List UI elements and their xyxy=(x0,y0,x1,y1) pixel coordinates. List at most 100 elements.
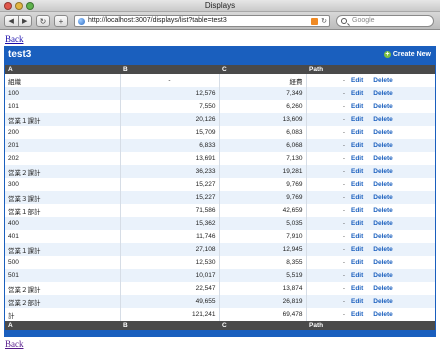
cell-a: 営業１部計 xyxy=(5,204,121,217)
edit-link[interactable]: Edit xyxy=(351,181,363,188)
column-header-path[interactable]: Path xyxy=(306,65,348,74)
edit-link[interactable]: Edit xyxy=(351,298,363,305)
delete-link[interactable]: Delete xyxy=(373,129,393,136)
cell-b: 71,586 xyxy=(120,204,220,217)
delete-link[interactable]: Delete xyxy=(373,181,393,188)
delete-link[interactable]: Delete xyxy=(373,298,393,305)
row-actions: Edit Delete xyxy=(348,217,435,230)
cell-b: 36,233 xyxy=(120,165,220,178)
edit-link[interactable]: Edit xyxy=(351,90,363,97)
address-bar[interactable]: http://localhost:3007/displays/list?tabl… xyxy=(74,15,330,27)
cell-c: 69,478 xyxy=(219,308,307,321)
delete-link[interactable]: Delete xyxy=(373,246,393,253)
cell-path: - xyxy=(306,269,348,282)
table-row: 401 11,746 7,910- Edit Delete xyxy=(5,230,435,243)
back-link-top[interactable]: Back xyxy=(5,34,24,44)
url-reload-icon[interactable]: ↻ xyxy=(321,17,327,25)
cell-c: 6,083 xyxy=(219,126,307,139)
table-row: 100 12,576 7,349- Edit Delete xyxy=(5,87,435,100)
delete-link[interactable]: Delete xyxy=(373,220,393,227)
delete-link[interactable]: Delete xyxy=(373,207,393,214)
table-row: 201 6,833 6,068- Edit Delete xyxy=(5,139,435,152)
column-header-c[interactable]: C xyxy=(219,65,306,74)
delete-link[interactable]: Delete xyxy=(373,90,393,97)
edit-link[interactable]: Edit xyxy=(351,103,363,110)
edit-link[interactable]: Edit xyxy=(351,246,363,253)
edit-link[interactable]: Edit xyxy=(351,116,363,123)
delete-link[interactable]: Delete xyxy=(373,116,393,123)
window-title: Displays xyxy=(204,1,236,10)
table-row: 営業２部計 49,655 26,819- Edit Delete xyxy=(5,295,435,308)
delete-link[interactable]: Delete xyxy=(373,103,393,110)
back-link-bottom[interactable]: Back xyxy=(5,339,24,349)
edit-link[interactable]: Edit xyxy=(351,194,363,201)
edit-link[interactable]: Edit xyxy=(351,259,363,266)
globe-icon xyxy=(78,18,85,25)
cell-path: - xyxy=(306,230,348,243)
cell-path: - xyxy=(306,308,348,321)
forward-arrow-icon[interactable]: ▶ xyxy=(17,16,32,26)
panel-footer-bar xyxy=(4,333,436,337)
edit-link[interactable]: Edit xyxy=(351,129,363,136)
delete-link[interactable]: Delete xyxy=(373,77,393,84)
edit-link[interactable]: Edit xyxy=(351,285,363,292)
column-header-a[interactable]: A xyxy=(5,65,120,74)
table-row: 営業２課計 22,547 13,874- Edit Delete xyxy=(5,282,435,295)
search-input[interactable]: Google xyxy=(336,15,434,27)
add-bookmark-icon[interactable]: + xyxy=(54,15,68,27)
cell-a: 営業１課計 xyxy=(5,243,121,256)
cell-b: 6,833 xyxy=(120,139,220,152)
edit-link[interactable]: Edit xyxy=(351,155,363,162)
table-row: 営業１部計 71,586 42,659- Edit Delete xyxy=(5,204,435,217)
edit-link[interactable]: Edit xyxy=(351,207,363,214)
column-footer-c: C xyxy=(219,321,306,330)
cell-c: 5,519 xyxy=(219,269,307,282)
delete-link[interactable]: Delete xyxy=(373,194,393,201)
cell-c: 13,609 xyxy=(219,113,307,126)
row-actions: Edit Delete xyxy=(348,74,435,87)
rss-icon[interactable] xyxy=(311,18,318,25)
cell-path: - xyxy=(306,152,348,165)
cell-path: - xyxy=(306,256,348,269)
cell-a: 401 xyxy=(5,230,121,243)
create-new-button[interactable]: + Create New xyxy=(383,51,431,58)
table-row: 501 10,017 5,519- Edit Delete xyxy=(5,269,435,282)
cell-b: - xyxy=(120,74,220,87)
table-row: 営業３課計 15,227 9,769- Edit Delete xyxy=(5,191,435,204)
edit-link[interactable]: Edit xyxy=(351,168,363,175)
row-actions: Edit Delete xyxy=(348,282,435,295)
delete-link[interactable]: Delete xyxy=(373,259,393,266)
edit-link[interactable]: Edit xyxy=(351,233,363,240)
search-icon xyxy=(341,18,347,24)
row-actions: Edit Delete xyxy=(348,165,435,178)
delete-link[interactable]: Delete xyxy=(373,168,393,175)
cell-b: 15,709 xyxy=(120,126,220,139)
edit-link[interactable]: Edit xyxy=(351,77,363,84)
delete-link[interactable]: Delete xyxy=(373,142,393,149)
cell-b: 10,017 xyxy=(120,269,220,282)
delete-link[interactable]: Delete xyxy=(373,233,393,240)
edit-link[interactable]: Edit xyxy=(351,142,363,149)
row-actions: Edit Delete xyxy=(348,113,435,126)
edit-link[interactable]: Edit xyxy=(351,272,363,279)
edit-link[interactable]: Edit xyxy=(351,311,363,318)
cell-a: 300 xyxy=(5,178,121,191)
cell-b: 121,241 xyxy=(120,308,220,321)
back-arrow-icon[interactable]: ◀ xyxy=(5,16,18,26)
column-header-actions xyxy=(348,65,435,74)
column-footer-actions xyxy=(348,321,435,330)
cell-path: - xyxy=(306,139,348,152)
delete-link[interactable]: Delete xyxy=(373,155,393,162)
table-row: 101 7,550 6,260- Edit Delete xyxy=(5,100,435,113)
cell-a: 営業３課計 xyxy=(5,191,121,204)
delete-link[interactable]: Delete xyxy=(373,311,393,318)
cell-b: 15,227 xyxy=(120,178,220,191)
delete-link[interactable]: Delete xyxy=(373,285,393,292)
cell-c: 19,281 xyxy=(219,165,307,178)
edit-link[interactable]: Edit xyxy=(351,220,363,227)
column-header-b[interactable]: B xyxy=(120,65,219,74)
cell-a: 101 xyxy=(5,100,121,113)
reload-icon[interactable]: ↻ xyxy=(36,15,50,27)
url-text[interactable]: http://localhost:3007/displays/list?tabl… xyxy=(88,17,227,24)
delete-link[interactable]: Delete xyxy=(373,272,393,279)
